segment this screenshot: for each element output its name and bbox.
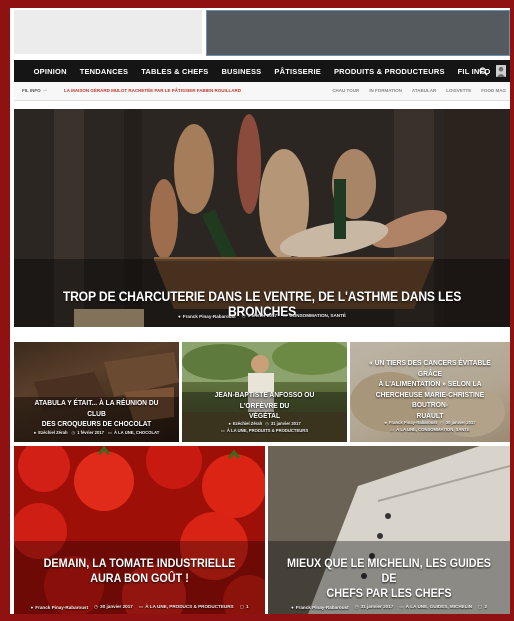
nav-item-patisserie[interactable]: PÂTISSERIE — [268, 67, 328, 76]
article-card[interactable]: « UN TIERS DES CANCERS ÉVITABLE GRÂCE À … — [350, 342, 510, 442]
card-title[interactable]: JEAN-BAPTISTE ANFOSSO OU L'ORFÈVRE DU VÉ… — [195, 390, 333, 422]
clock-icon: ◷ — [354, 604, 359, 609]
category[interactable]: ▭ À LA UNE, CHOCOLAT — [108, 430, 159, 435]
arrow-right-icon: → — [42, 87, 48, 93]
clock-icon: ◷ — [241, 313, 246, 318]
author[interactable]: ● Franck Pinay-Rabaroust — [384, 420, 437, 425]
date: ◷ 30 janvier 2017 — [94, 604, 133, 609]
card-meta: ● Ezéchiel Zérah ◷ 31 janvier 2017 ▭ À LA U… — [182, 421, 347, 433]
card-title[interactable]: « UN TIERS DES CANCERS ÉVITABLE GRÂCE À … — [363, 358, 497, 421]
clock-icon: ◷ — [265, 421, 269, 426]
article-card[interactable]: DEMAIN, LA TOMATE INDUSTRIELLE AURA BON … — [14, 446, 265, 614]
article-card[interactable]: JEAN-BAPTISTE ANFOSSO OU L'ORFÈVRE DU VÉ… — [182, 342, 347, 442]
nav-item-business[interactable]: BUSINESS — [215, 67, 268, 76]
date: ◷ 31 janvier 2017 — [354, 604, 394, 609]
ticker-link[interactable]: ATABULAR — [412, 88, 436, 93]
nav-item-tables-chefs[interactable]: TABLES & CHEFS — [135, 67, 215, 76]
ticker-link[interactable]: IN FORMATION — [369, 88, 402, 93]
hero-meta: ● Franck Pinay-Rabaroust ◷ 1 février 2017 … — [14, 313, 510, 319]
folder-icon: ▭ — [138, 604, 144, 609]
user-icon: ● — [290, 604, 294, 610]
folder-icon: ▭ — [220, 428, 225, 433]
user-icon: ● — [30, 604, 34, 610]
date: ◷ 31 janvier 2017 — [265, 421, 301, 426]
user-icon: ● — [33, 430, 37, 435]
card-image — [14, 446, 265, 614]
ad-banner-right[interactable] — [206, 10, 510, 56]
nav-icons — [479, 60, 506, 82]
article-card[interactable]: ATABULA Y ÉTAIT... À LA RÉUNION DU CLUB … — [14, 342, 179, 442]
user-icon: ● — [384, 420, 387, 425]
ticker-label: FIL INFO — [22, 88, 41, 93]
author[interactable]: ● Ezéchiel Zérah — [34, 430, 68, 435]
folder-icon: ▭ — [399, 604, 404, 609]
date: ◷ 30 janvier 2017 — [440, 420, 476, 425]
comment-count[interactable]: ▢ 1 — [240, 604, 249, 610]
card-title[interactable]: MIEUX QUE LE MICHELIN, LES GUIDES DE CHE… — [284, 556, 495, 601]
avatar[interactable] — [496, 65, 506, 77]
user-icon: ● — [228, 421, 231, 426]
date: ◷ 1 février 2017 — [241, 313, 278, 318]
category[interactable]: ▭ À LA UNE, PRODUCS & PRODUCTEURS — [139, 604, 234, 610]
clock-icon: ◷ — [71, 430, 76, 435]
nav-item-opinion[interactable]: OPINION — [27, 67, 73, 76]
category[interactable]: ▭ À LA UNE, GUIDES, MICHELIN — [399, 604, 472, 610]
author[interactable]: ● Franck Pinay-Rabaroust — [291, 605, 349, 610]
ticker-links: CHAU TOUR IN FORMATION ATABULAR LOISVETT… — [332, 88, 506, 93]
ad-banner-left[interactable] — [14, 10, 202, 54]
author[interactable]: ● Ezéchiel Zérah — [228, 421, 262, 426]
clock-icon: ◷ — [94, 604, 99, 609]
card-title[interactable]: ATABULA Y ÉTAIT... À LA RÉUNION DU CLUB … — [27, 398, 165, 430]
card-meta: ● Franck Pinay-Rabaroust ◷ 30 janvier 2017… — [14, 604, 265, 610]
comment-icon: ▢ — [478, 604, 483, 609]
author[interactable]: ● Franck Pinay-Rabaroust — [178, 314, 236, 319]
category[interactable]: ▭ À LA UNE, PRODUITS & PRODUCTEURS — [182, 428, 347, 433]
author[interactable]: ● Franck Pinay-Rabaroust — [30, 605, 88, 610]
category[interactable]: ▭ À LA UNE, CONSOMMATION, SANTÉ — [350, 427, 510, 432]
folder-icon: ▭ — [107, 430, 112, 435]
folder-icon: ▭ — [283, 313, 288, 318]
ticker-headline[interactable]: LA MAISON GÉRARD MULOT RACHETÉE PAR LE P… — [64, 88, 241, 93]
news-ticker: FIL INFO → LA MAISON GÉRARD MULOT RACHET… — [14, 82, 510, 101]
ticker-link[interactable]: FOOD MAG — [481, 88, 506, 93]
card-meta: ● Franck Pinay-Rabaroust ◷ 31 janvier 2017… — [268, 604, 510, 610]
card-title[interactable]: DEMAIN, LA TOMATE INDUSTRIELLE AURA BON … — [30, 556, 249, 586]
date: ◷ 1 février 2017 — [71, 430, 104, 435]
nav-item-tendances[interactable]: TENDANCES — [73, 67, 134, 76]
nav-item-produits-producteurs[interactable]: PRODUITS & PRODUCTEURS — [327, 67, 451, 76]
main-nav: OPINION TENDANCES TABLES & CHEFS BUSINES… — [14, 60, 510, 82]
comment-icon: ▢ — [239, 604, 244, 609]
category[interactable]: ▭ CONSOMMATION, SANTÉ — [283, 313, 346, 319]
search-icon[interactable] — [479, 66, 488, 76]
user-icon: ● — [178, 313, 181, 319]
card-meta: ● Franck Pinay-Rabaroust ◷ 30 janvier 2017… — [350, 420, 510, 432]
article-card[interactable]: MIEUX QUE LE MICHELIN, LES GUIDES DE CHE… — [268, 446, 510, 614]
ticker-link[interactable]: CHAU TOUR — [332, 88, 359, 93]
page-frame: OPINION TENDANCES TABLES & CHEFS BUSINES… — [10, 8, 510, 614]
folder-icon: ▭ — [390, 427, 395, 432]
comment-count[interactable]: ▢ 2 — [478, 604, 487, 610]
hero-article[interactable]: TROP DE CHARCUTERIE DANS LE VENTRE, DE L… — [14, 109, 510, 327]
card-meta: ● Ezéchiel Zérah ◷ 1 février 2017 ▭ À LA UN… — [14, 430, 179, 435]
ticker-link[interactable]: LOISVETTE — [446, 88, 471, 93]
clock-icon: ◷ — [440, 420, 444, 425]
